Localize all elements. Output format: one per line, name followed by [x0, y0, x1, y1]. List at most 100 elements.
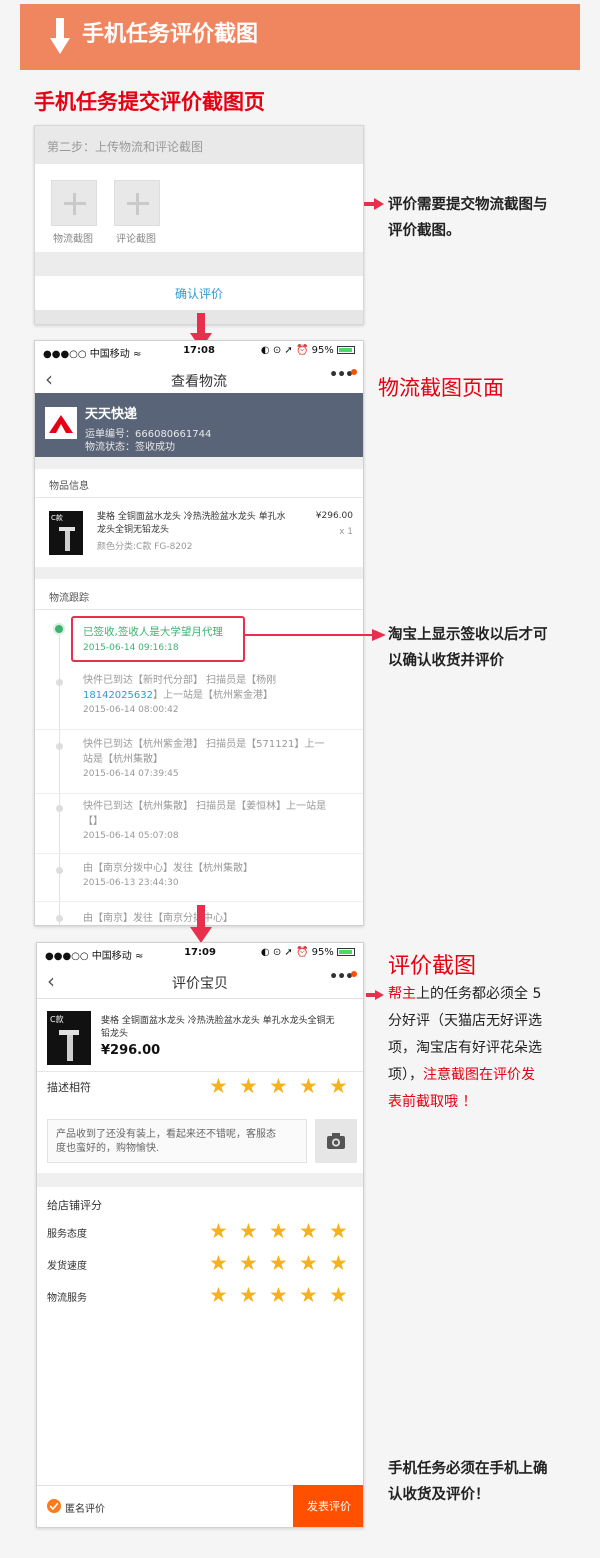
track-text: 【】 [83, 816, 103, 827]
right-arrow-icon [366, 990, 384, 1000]
comment-textarea[interactable]: 产品收到了还没有装上，看起来还不错呢，客服态 度也蛮好的，购物愉快. [47, 1119, 307, 1163]
comment-line: 产品收到了还没有装上，看起来还不错呢，客服态 [56, 1129, 276, 1140]
note-text: 项）， [388, 1067, 423, 1083]
thumb-label: C款 [50, 1015, 64, 1024]
battery-icon [337, 346, 355, 354]
star-icon[interactable]: ★ [239, 1284, 258, 1306]
product-name: 斐格 全铜面盆水龙头 冷热洗脸盆水龙头 单孔水龙头全铜无 铅龙头 [101, 1015, 335, 1041]
note-signed: 淘宝上显示签收以后才可 以确认收货并评价 [388, 622, 548, 674]
star-icon[interactable]: ★ [329, 1075, 348, 1097]
product-name-line: 铅龙头 [101, 1029, 129, 1039]
step-label: 第二步：上传物流和评论截图 [35, 126, 363, 164]
upload-review-button[interactable] [114, 180, 160, 226]
camera-button[interactable] [315, 1119, 357, 1163]
star-icon[interactable]: ★ [329, 1220, 348, 1242]
product-qty: x 1 [339, 527, 353, 537]
upload-logistics-button[interactable] [51, 180, 97, 226]
product-spec: 颜色分类:C款 FG-8202 [97, 542, 193, 552]
notification-dot [351, 971, 357, 977]
upload-review-label: 评论截图 [116, 234, 156, 245]
star-icon[interactable]: ★ [299, 1252, 318, 1274]
section-title-submit: 手机任务提交评价截图页 [34, 90, 265, 114]
track-time: 2015-06-14 08:00:42 [83, 705, 179, 715]
battery-percent: 95% [311, 345, 334, 356]
note-line: 帮主上的任务都必须全 5 [388, 981, 588, 1008]
note-line: 评价截图。 [388, 223, 461, 239]
track-entry: 快件已到达【杭州紫金港】 扫描员是【571121】上一 站是【杭州集散】 201… [83, 737, 324, 782]
star-icon[interactable]: ★ [239, 1075, 258, 1097]
down-arrow-icon [190, 905, 212, 943]
divider [35, 567, 363, 579]
timeline-line [59, 633, 60, 925]
star-icon[interactable]: ★ [269, 1220, 288, 1242]
star-icon[interactable]: ★ [209, 1284, 228, 1306]
track-text-rest: 】上一站是【杭州紫金港】 [153, 690, 273, 701]
star-icon[interactable]: ★ [239, 1252, 258, 1274]
note-line: 评价需要提交物流截图与 [388, 197, 548, 213]
note-line: 以确认收货并评价 [388, 653, 504, 669]
more-icon[interactable]: ••• [329, 969, 354, 985]
publish-review-button[interactable]: 发表评价 [293, 1485, 363, 1527]
courier-name: 天天快递 [85, 407, 138, 422]
down-arrow-icon [50, 18, 70, 54]
product-thumbnail[interactable]: C款 [47, 1011, 91, 1065]
divider [37, 1071, 363, 1072]
product-name[interactable]: 斐格 全铜面盆水龙头 冷热洗脸盆水龙头 单孔水 龙头全铜无铅龙头 [97, 511, 286, 537]
star-icon[interactable]: ★ [269, 1075, 288, 1097]
track-text: 18142025632】上一站是【杭州紫金港】 [83, 688, 276, 703]
star-icon[interactable]: ★ [269, 1284, 288, 1306]
header-title: 手机任务评价截图 [82, 22, 259, 47]
right-arrow-icon [364, 198, 384, 210]
note-line: 认收货及评价！ [388, 1487, 490, 1503]
timeline-dot [56, 805, 63, 812]
upload-logistics-label: 物流截图 [53, 234, 93, 245]
note-line: 项），注意截图在评价发 [388, 1062, 588, 1089]
timeline-dot [56, 743, 63, 750]
note-line: 淘宝上显示签收以后才可 [388, 627, 548, 643]
confirm-review-button[interactable]: 确认评价 [35, 276, 363, 312]
thumb-label: C款 [51, 514, 63, 522]
battery-status: ◐ ⊙ ➚ ⏰ 95% [261, 947, 355, 958]
product-price: ¥296.00 [101, 1043, 161, 1058]
note-confirm-on-phone: 手机任务必须在手机上确 认收货及评价！ [388, 1456, 548, 1508]
product-name-line: 龙头全铜无铅龙头 [97, 525, 170, 535]
product-thumbnail[interactable]: C款 [49, 511, 83, 555]
star-icon[interactable]: ★ [299, 1284, 318, 1306]
review-screenshot: ●●●○○ 中国移动 ≈ 17:09 ◐ ⊙ ➚ ⏰ 95% ‹ 评价宝贝 ••… [36, 942, 364, 1528]
note-line: 项，淘宝店有好评花朵选 [388, 1040, 542, 1056]
track-entry: 快件已到达【杭州集散】 扫描员是【姜恒林】上一站是 【】 2015-06-14 … [83, 799, 326, 844]
status-bar: ●●●○○ 中国移动 ≈ 17:08 ◐ ⊙ ➚ ⏰ 95% [35, 341, 363, 361]
courier-banner: 天天快递 运单编号：666080661744 物流状态：签收成功 [35, 393, 363, 457]
desc-rating-label: 描述相符 [47, 1081, 91, 1094]
star-icon[interactable]: ★ [239, 1220, 258, 1242]
courier-phone-link[interactable]: 18142025632 [83, 690, 153, 701]
track-entry: 由【南京分拨中心】发往【杭州集散】 2015-06-13 23:44:30 [83, 861, 253, 891]
notification-dot [351, 369, 357, 375]
track-time: 2015-06-13 23:44:30 [83, 878, 179, 888]
faucet-image-icon [59, 527, 75, 551]
star-icon[interactable]: ★ [209, 1252, 228, 1274]
pointer-arrow-icon [244, 629, 386, 641]
star-icon[interactable]: ★ [209, 1075, 228, 1097]
note-text: 上的任务都必须全 5 [416, 986, 542, 1002]
anonymous-checkbox[interactable] [47, 1499, 61, 1513]
shipping-label: 发货速度 [47, 1261, 87, 1272]
divider [35, 457, 363, 469]
star-icon[interactable]: ★ [269, 1252, 288, 1274]
battery-status: ◐ ⊙ ➚ ⏰ 95% [261, 345, 355, 356]
more-icon[interactable]: ••• [329, 367, 354, 383]
divider [35, 793, 363, 794]
track-text: 快件已到达【杭州紫金港】 扫描员是【571121】上一 [83, 739, 325, 750]
star-icon[interactable]: ★ [329, 1252, 348, 1274]
star-icon[interactable]: ★ [209, 1220, 228, 1242]
star-icon[interactable]: ★ [329, 1284, 348, 1306]
camera-icon [327, 1133, 345, 1149]
product-name-line: 斐格 全铜面盆水龙头 冷热洗脸盆水龙头 单孔水 [97, 512, 286, 522]
track-text: 快件已到达【杭州集散】 扫描员是【姜恒林】上一站是 [83, 801, 327, 812]
star-icon[interactable]: ★ [299, 1075, 318, 1097]
star-icon[interactable]: ★ [299, 1220, 318, 1242]
battery-percent: 95% [311, 947, 334, 958]
review-heading: 评价截图 [388, 954, 477, 979]
signed-highlight-box [71, 616, 245, 662]
signed-time: 2015-06-14 09:16:18 [83, 643, 179, 653]
